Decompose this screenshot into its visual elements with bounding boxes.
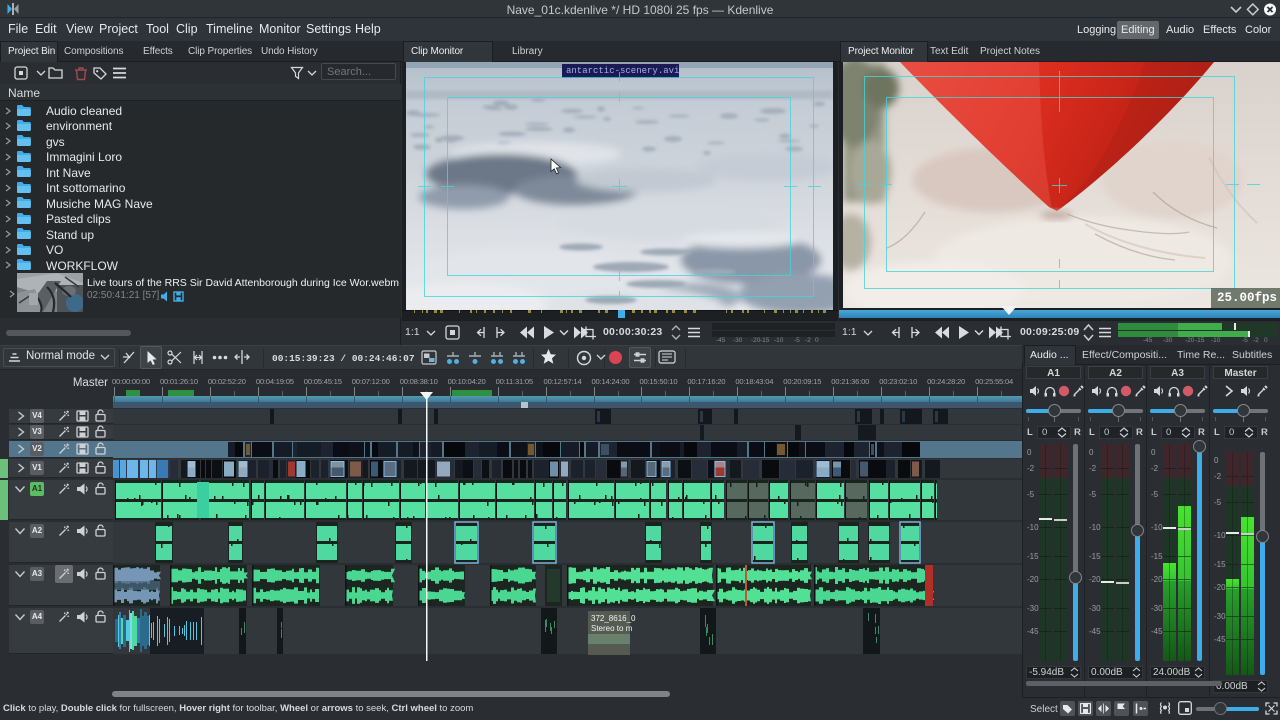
svg-text:372_8616_0: 372_8616_0	[591, 614, 636, 623]
svg-text:Stereo to m: Stereo to m	[591, 624, 633, 633]
